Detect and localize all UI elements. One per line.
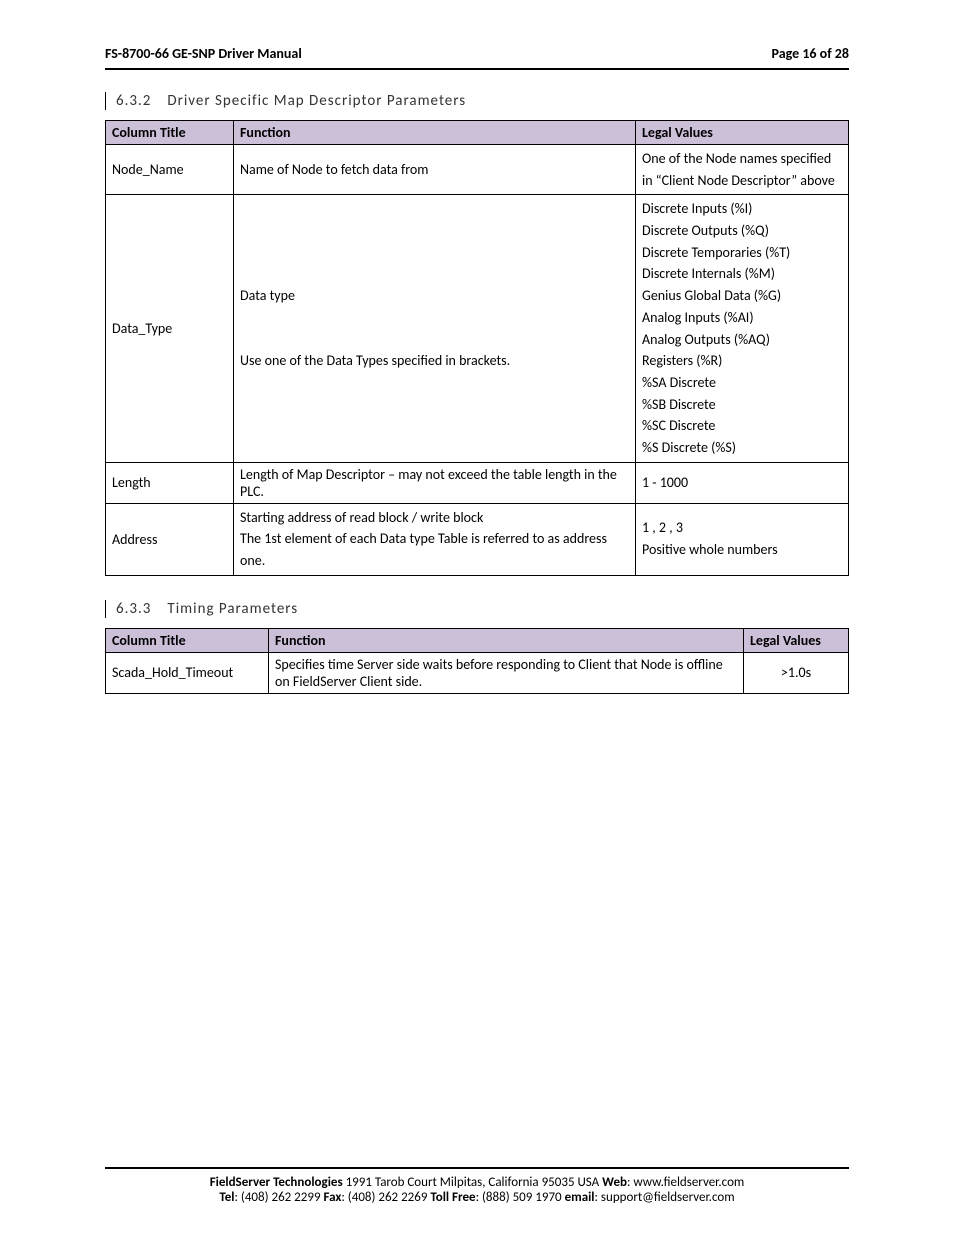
- page-footer: FieldServer Technologies 1991 Tarob Cour…: [105, 1167, 849, 1205]
- footer-web-value: : www.fieldserver.com: [627, 1175, 744, 1190]
- footer-email-value: : support@fieldserver.com: [595, 1190, 735, 1205]
- th-column-title: Column Title: [106, 121, 234, 145]
- th-column-title: Column Title: [106, 628, 269, 652]
- section-title: Timing Parameters: [167, 600, 298, 618]
- table-header-row: Column Title Function Legal Values: [106, 628, 849, 652]
- footer-line-2: Tel: (408) 262 2299 Fax: (408) 262 2269 …: [105, 1190, 849, 1205]
- header-rule: [105, 68, 849, 70]
- footer-line-1: FieldServer Technologies 1991 Tarob Cour…: [105, 1175, 849, 1190]
- th-function: Function: [269, 628, 744, 652]
- table-row: Length Length of Map Descriptor – may no…: [106, 462, 849, 503]
- section-number: 6.3.3: [116, 600, 151, 618]
- table-row: Address Starting address of read block /…: [106, 503, 849, 575]
- header-title: FS-8700-66 GE-SNP Driver Manual: [105, 45, 302, 62]
- cell-legal: >1.0s: [744, 652, 849, 693]
- th-legal-values: Legal Values: [636, 121, 849, 145]
- cell-title: Node_Name: [106, 145, 234, 195]
- cell-title: Length: [106, 462, 234, 503]
- table-header-row: Column Title Function Legal Values: [106, 121, 849, 145]
- cell-function: Data typeUse one of the Data Types speci…: [234, 195, 636, 462]
- document-page: FS-8700-66 GE-SNP Driver Manual Page 16 …: [0, 0, 954, 1235]
- footer-email-label: email: [565, 1190, 595, 1205]
- cell-legal: 1 , 2 , 3Positive whole numbers: [636, 503, 849, 575]
- cell-title: Address: [106, 503, 234, 575]
- section-title: Driver Specific Map Descriptor Parameter…: [167, 92, 466, 110]
- section-heading-632: 6.3.2 Driver Specific Map Descriptor Para…: [105, 92, 849, 110]
- cell-legal: One of the Node names specified in “Clie…: [636, 145, 849, 195]
- section-number: 6.3.2: [116, 92, 151, 110]
- table-row: Node_Name Name of Node to fetch data fro…: [106, 145, 849, 195]
- footer-tel-value: : (408) 262 2299: [234, 1190, 323, 1205]
- footer-tollfree-value: : (888) 509 1970: [476, 1190, 565, 1205]
- page-header: FS-8700-66 GE-SNP Driver Manual Page 16 …: [105, 45, 849, 68]
- cell-function: Name of Node to fetch data from: [234, 145, 636, 195]
- header-page-number: Page 16 of 28: [772, 45, 849, 62]
- cell-function: Starting address of read block / write b…: [234, 503, 636, 575]
- footer-fax-label: Fax: [323, 1190, 341, 1205]
- table-row: Data_Type Data typeUse one of the Data T…: [106, 195, 849, 462]
- cell-title: Data_Type: [106, 195, 234, 462]
- footer-fax-value: : (408) 262 2269: [341, 1190, 430, 1205]
- cell-function: Specifies time Server side waits before …: [269, 652, 744, 693]
- th-function: Function: [234, 121, 636, 145]
- table-timing-params: Column Title Function Legal Values Scada…: [105, 628, 849, 694]
- cell-function: Length of Map Descriptor – may not excee…: [234, 462, 636, 503]
- section-heading-633: 6.3.3 Timing Parameters: [105, 600, 849, 618]
- footer-tel-label: Tel: [219, 1190, 234, 1205]
- table-row: Scada_Hold_Timeout Specifies time Server…: [106, 652, 849, 693]
- cell-legal: Discrete Inputs (%I)Discrete Outputs (%Q…: [636, 195, 849, 462]
- footer-web-label: Web: [602, 1175, 627, 1190]
- footer-rule: [105, 1167, 849, 1169]
- footer-company: FieldServer Technologies: [210, 1175, 343, 1190]
- footer-address: 1991 Tarob Court Milpitas, California 95…: [343, 1175, 603, 1190]
- cell-title: Scada_Hold_Timeout: [106, 652, 269, 693]
- table-map-descriptor-params: Column Title Function Legal Values Node_…: [105, 120, 849, 576]
- footer-tollfree-label: Toll Free: [430, 1190, 475, 1205]
- cell-legal: 1 - 1000: [636, 462, 849, 503]
- th-legal-values: Legal Values: [744, 628, 849, 652]
